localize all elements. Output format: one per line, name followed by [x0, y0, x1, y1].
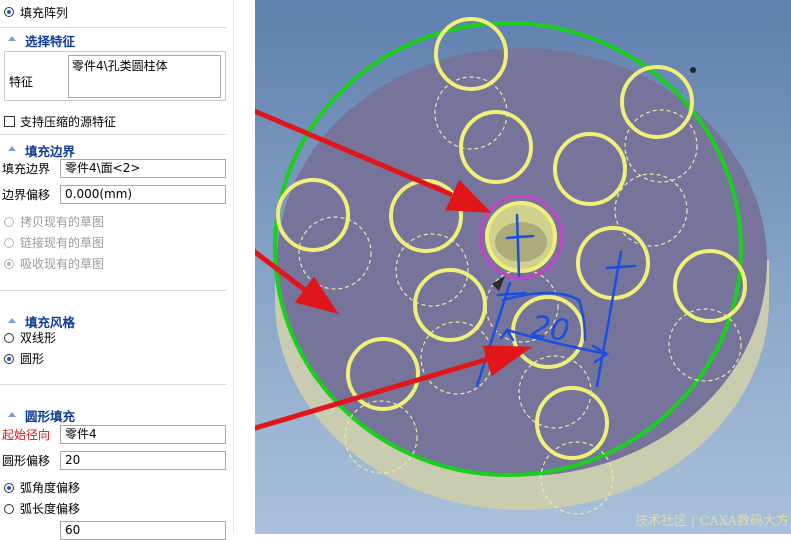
- collapse-icon[interactable]: [8, 36, 16, 41]
- support-compressed-label: 支持压缩的源特征: [20, 115, 117, 129]
- boundary-field[interactable]: 零件4\面<2>: [60, 159, 226, 178]
- feature-list-item[interactable]: 零件4\孔类圆柱体: [72, 59, 168, 73]
- circle-offset-field[interactable]: 20: [60, 451, 226, 470]
- arc-angle-label: 弧角度偏移: [20, 481, 81, 495]
- fill-array-radio[interactable]: [4, 7, 14, 17]
- collapse-icon[interactable]: [8, 146, 16, 151]
- support-compressed-checkbox[interactable]: [4, 116, 15, 127]
- start-direction-label: 起始径向: [2, 428, 51, 442]
- arc-angle-radio[interactable]: [4, 483, 14, 493]
- link-sketch-radio[interactable]: [4, 238, 14, 248]
- feature-box: 特征 零件4\孔类圆柱体: [4, 51, 226, 101]
- arc-value-field[interactable]: 60: [60, 521, 226, 540]
- arc-length-radio[interactable]: [4, 504, 14, 514]
- feature-label: 特征: [9, 75, 34, 89]
- copy-sketch-label: 拷贝现有的草图: [20, 215, 105, 229]
- absorb-sketch-radio[interactable]: [4, 259, 14, 269]
- arc-length-label: 弧长度偏移: [20, 502, 81, 516]
- select-feature-header: 选择特征: [25, 34, 76, 49]
- boundary-offset-field[interactable]: 0.000(mm): [60, 185, 226, 204]
- watermark-text: 技术社区 | CAXA数码大方: [634, 514, 789, 529]
- absorb-sketch-label: 吸收现有的草图: [20, 257, 105, 271]
- double-line-label: 双线形: [20, 331, 57, 345]
- link-sketch-label: 链接现有的草图: [20, 236, 105, 250]
- collapse-icon[interactable]: [8, 318, 16, 323]
- fill-boundary-header: 填充边界: [25, 144, 76, 159]
- start-direction-field[interactable]: 零件4: [60, 425, 226, 444]
- circle-style-radio[interactable]: [4, 354, 14, 364]
- boundary-offset-label: 边界偏移: [2, 188, 51, 202]
- double-line-radio[interactable]: [4, 333, 14, 343]
- circle-fill-header: 圆形填充: [25, 409, 76, 424]
- circle-offset-label: 圆形偏移: [2, 454, 51, 468]
- vertex-point: [690, 67, 696, 73]
- circle-style-label: 圆形: [20, 352, 45, 366]
- feature-list[interactable]: 零件4\孔类圆柱体: [68, 55, 221, 98]
- collapse-icon[interactable]: [8, 412, 16, 417]
- panel-splitter[interactable]: [233, 0, 256, 534]
- property-panel: 填充阵列 选择特征 特征 零件4\孔类圆柱体 支持压缩的源特征 填充边界 填充边…: [0, 0, 233, 540]
- 3d-viewport[interactable]: 20 技术社区 | CAXA数码大方: [255, 0, 791, 534]
- copy-sketch-radio[interactable]: [4, 217, 14, 227]
- boundary-label: 填充边界: [2, 162, 51, 176]
- fill-array-label: 填充阵列: [20, 6, 69, 20]
- ink-annotation-text: 20: [529, 309, 572, 349]
- source-hole-inner: [495, 222, 547, 262]
- model-canvas[interactable]: 20: [255, 0, 791, 534]
